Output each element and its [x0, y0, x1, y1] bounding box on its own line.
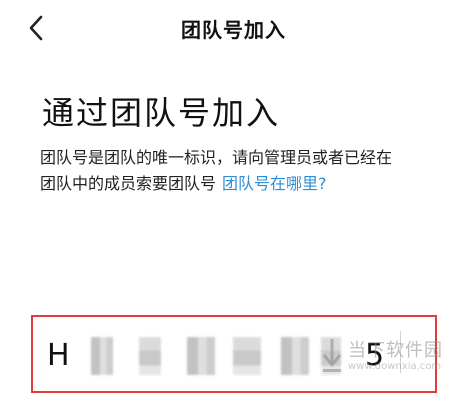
input-cursor [400, 331, 401, 373]
description-line-2: 团队中的成员索要团队号 团队号在哪里? [40, 171, 440, 197]
code-char-redacted [91, 337, 113, 375]
code-char-redacted [187, 337, 215, 375]
section-heading: 通过团队号加入 [42, 94, 281, 132]
description-line-2-text: 团队中的成员索要团队号 [40, 174, 217, 193]
description: 团队号是团队的唯一标识，请向管理员或者已经在 团队中的成员索要团队号 团队号在哪里… [40, 145, 440, 197]
page-title: 团队号加入 [181, 18, 286, 42]
code-char-redacted [233, 337, 261, 375]
top-bar: 团队号加入 [0, 0, 467, 60]
team-number-input[interactable]: H 5 [31, 315, 437, 393]
code-char-redacted [321, 337, 341, 375]
where-is-team-number-link[interactable]: 团队号在哪里? [222, 174, 327, 193]
code-char-last: 5 [365, 338, 385, 373]
description-line-1: 团队号是团队的唯一标识，请向管理员或者已经在 [40, 148, 393, 167]
code-char-redacted [281, 337, 309, 375]
code-char-redacted [139, 337, 161, 375]
code-char-first: H [47, 338, 70, 373]
